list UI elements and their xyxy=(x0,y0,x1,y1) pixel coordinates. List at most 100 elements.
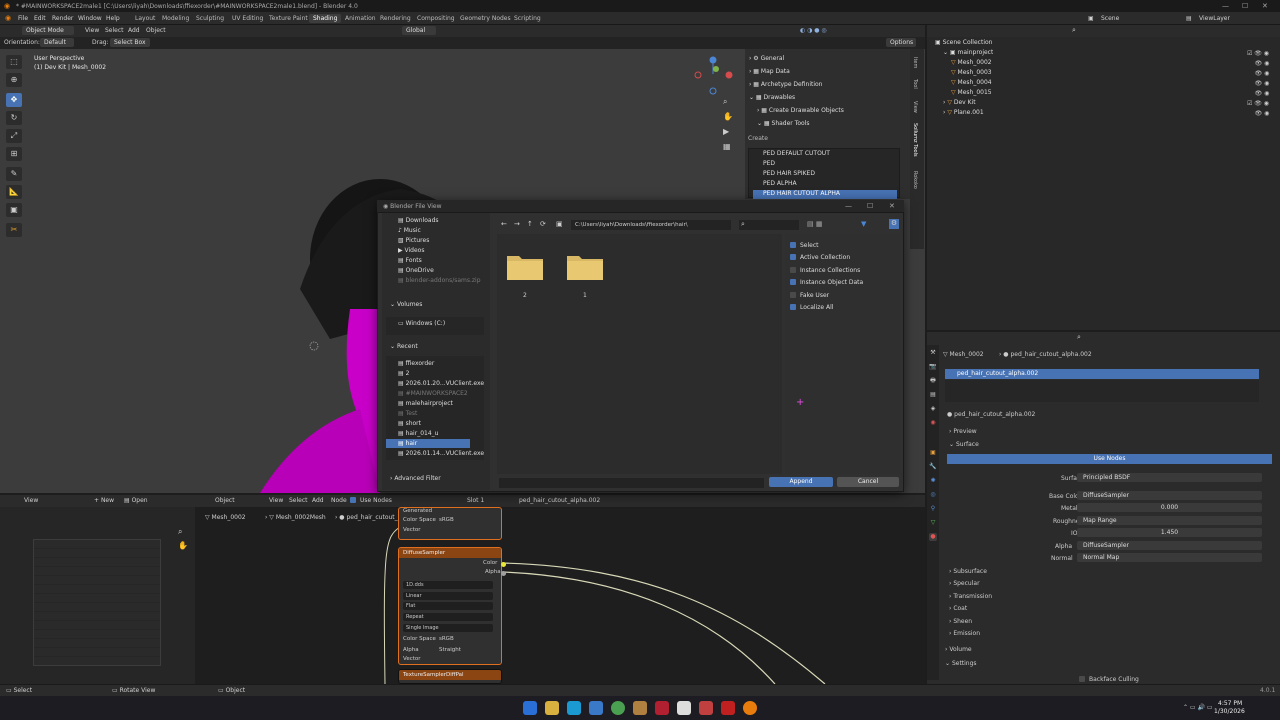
modifier-tab-icon[interactable]: 🔧 xyxy=(929,463,937,471)
interpolation-select[interactable]: Linear xyxy=(403,592,493,600)
alpha-socket[interactable] xyxy=(501,571,506,576)
search-icon[interactable]: ⌕ xyxy=(1077,333,1081,342)
np-item-general[interactable]: › ⚙ General xyxy=(749,55,784,62)
shader-list[interactable]: PED DEFAULT CUTOUT PED PED HAIR SPIKED P… xyxy=(748,148,900,199)
chrome-icon[interactable] xyxy=(611,701,625,715)
app-icon[interactable] xyxy=(721,701,735,715)
tab-modeling[interactable]: Modeling xyxy=(158,14,193,23)
backface-culling-checkbox[interactable]: Backface Culling xyxy=(1079,676,1139,683)
forward-icon[interactable]: → xyxy=(514,220,520,228)
pan-hand-icon[interactable]: ✋ xyxy=(178,541,188,550)
place-videos[interactable]: ▶ Videos xyxy=(398,247,424,254)
image-canvas[interactable] xyxy=(33,539,161,666)
clock-date[interactable]: 1/30/2026 xyxy=(1214,708,1245,715)
place-pictures[interactable]: ▧ Pictures xyxy=(398,237,429,244)
viewport-menu-select[interactable]: Select xyxy=(105,27,124,34)
recent-item[interactable]: ▤ Test xyxy=(398,410,417,417)
surface-shader-field[interactable]: Principled BSDF xyxy=(1077,473,1262,482)
np-item-drawables[interactable]: ⌄ ▦ Drawables xyxy=(749,94,795,101)
filter-icon[interactable]: ▼ xyxy=(861,220,866,228)
outliner-mesh[interactable]: ▽ Mesh_0004 xyxy=(951,79,992,86)
measure-tool-icon[interactable]: 📐 xyxy=(6,185,22,199)
recent-section[interactable]: ⌄ Recent xyxy=(390,343,418,350)
app-icon[interactable] xyxy=(655,701,669,715)
tab-texture-paint[interactable]: Texture Paint xyxy=(265,14,312,23)
tab-tool[interactable]: Tool xyxy=(912,79,918,89)
object-tab-icon[interactable]: ▣ xyxy=(929,449,937,457)
use-nodes-checkbox[interactable]: Use Nodes xyxy=(350,497,392,504)
maximize-icon[interactable]: ☐ xyxy=(1242,2,1248,10)
specular-section[interactable]: › Specular xyxy=(949,580,980,587)
outliner-mesh[interactable]: ▽ Mesh_0002 xyxy=(951,59,992,66)
viewlayer-name[interactable]: ViewLayer xyxy=(1199,15,1230,22)
tab-layout[interactable]: Layout xyxy=(131,14,159,23)
np-item-map-data[interactable]: › ▦ Map Data xyxy=(749,68,790,75)
node-diffuse-sampler[interactable]: DiffuseSampler Color Alpha 1D.dds Linear… xyxy=(398,547,506,665)
menu-render[interactable]: Render xyxy=(52,15,73,22)
cancel-button[interactable]: Cancel xyxy=(837,477,899,487)
node-menu-add[interactable]: Add xyxy=(312,497,324,504)
use-nodes-button[interactable]: Use Nodes xyxy=(947,454,1272,464)
display-mode-icon[interactable]: ▤ ▦ xyxy=(807,220,822,228)
menu-file[interactable]: File xyxy=(18,15,28,22)
metallic-field[interactable]: 0.000 xyxy=(1077,503,1262,512)
place-downloads[interactable]: ▤ Downloads xyxy=(398,217,439,224)
annotate-tool-icon[interactable]: ✎ xyxy=(6,167,22,181)
parent-dir-icon[interactable]: ↑ xyxy=(527,220,533,228)
output-tab-icon[interactable]: 🖶 xyxy=(929,377,937,385)
dialog-close-icon[interactable]: ✕ xyxy=(889,202,895,210)
settings-gear-icon[interactable]: ⚙ xyxy=(889,219,899,229)
subsurface-section[interactable]: › Subsurface xyxy=(949,568,987,575)
shader-item[interactable]: PED DEFAULT CUTOUT xyxy=(753,150,897,159)
viewport-menu-object[interactable]: Object xyxy=(146,27,166,34)
blender-taskbar-icon[interactable] xyxy=(743,701,757,715)
recent-item-selected[interactable]: ▤ hair xyxy=(398,440,417,447)
sheen-section[interactable]: › Sheen xyxy=(949,618,972,625)
move-tool-icon[interactable]: ✥ xyxy=(6,93,22,107)
transmission-section[interactable]: › Transmission xyxy=(949,593,992,600)
tab-animation[interactable]: Animation xyxy=(341,14,380,23)
material-dropdown[interactable]: ped_hair_cutout_alpha.002 xyxy=(519,497,600,504)
tool-tab-icon[interactable]: ⚒ xyxy=(929,349,937,357)
visibility-eye-icons[interactable]: ☑ 👁 ◉ 👁 ◉ 👁 ◉ 👁 ◉ 👁 ◉ ☑ 👁 ◉ 👁 ◉ xyxy=(1247,49,1269,119)
tab-sculpting[interactable]: Sculpting xyxy=(192,14,228,23)
scene-tab-icon[interactable]: ◈ xyxy=(929,405,937,413)
minimize-icon[interactable]: — xyxy=(1222,2,1229,10)
volume-section[interactable]: › Volume xyxy=(945,646,972,653)
tab-shading[interactable]: Shading xyxy=(309,14,342,23)
scale-tool-icon[interactable]: ⤢ xyxy=(6,129,22,143)
camera-icon[interactable]: ▶ xyxy=(723,127,729,136)
menu-edit[interactable]: Edit xyxy=(34,15,46,22)
image-menu-view[interactable]: View xyxy=(24,497,38,504)
particles-tab-icon[interactable]: ✺ xyxy=(929,477,937,485)
tab-item[interactable]: Item xyxy=(912,57,918,68)
transform-tool-icon[interactable]: ⊞ xyxy=(6,147,22,161)
roughness-field[interactable]: Map Range xyxy=(1077,516,1262,525)
edge-icon[interactable] xyxy=(567,701,581,715)
blender-menu-icon[interactable]: ◉ xyxy=(5,14,11,22)
tab-compositing[interactable]: Compositing xyxy=(413,14,459,23)
transform-orientation[interactable]: Global xyxy=(402,26,436,35)
mode-dropdown[interactable]: Object Mode xyxy=(22,26,74,35)
rotate-tool-icon[interactable]: ↻ xyxy=(6,111,22,125)
clock-time[interactable]: 4:57 PM xyxy=(1218,700,1242,707)
data-tab-icon[interactable]: ▽ xyxy=(929,519,937,527)
recent-item[interactable]: ▤ #MAINWORKSPACE2 xyxy=(398,390,468,397)
add-cube-tool-icon[interactable]: ▣ xyxy=(6,203,22,217)
advanced-filter-section[interactable]: › Advanced Filter xyxy=(390,475,441,482)
recent-item[interactable]: ▤ 2026.01.14...VUClient.exe xyxy=(398,450,484,457)
np-item-shader-tools[interactable]: ⌄ ▦ Shader Tools xyxy=(757,120,809,127)
menu-help[interactable]: Help xyxy=(106,15,120,22)
filename-field[interactable] xyxy=(499,478,764,488)
material-slot-list[interactable] xyxy=(945,380,1259,402)
material-slot-selected[interactable]: ped_hair_cutout_alpha.002 xyxy=(945,369,1259,379)
scene-name[interactable]: Scene xyxy=(1101,15,1119,22)
constraints-tab-icon[interactable]: ⚲ xyxy=(929,505,937,513)
extension-select[interactable]: Repeat xyxy=(403,613,493,621)
option-localize-all[interactable]: Localize All xyxy=(790,304,833,311)
tab-view[interactable]: View xyxy=(912,101,918,113)
folder-2[interactable] xyxy=(507,252,543,280)
node-image-texture-top[interactable]: Generated Color Space sRGB Vector xyxy=(398,507,502,540)
viewport-menu-view[interactable]: View xyxy=(85,27,99,34)
menu-window[interactable]: Window xyxy=(78,15,102,22)
